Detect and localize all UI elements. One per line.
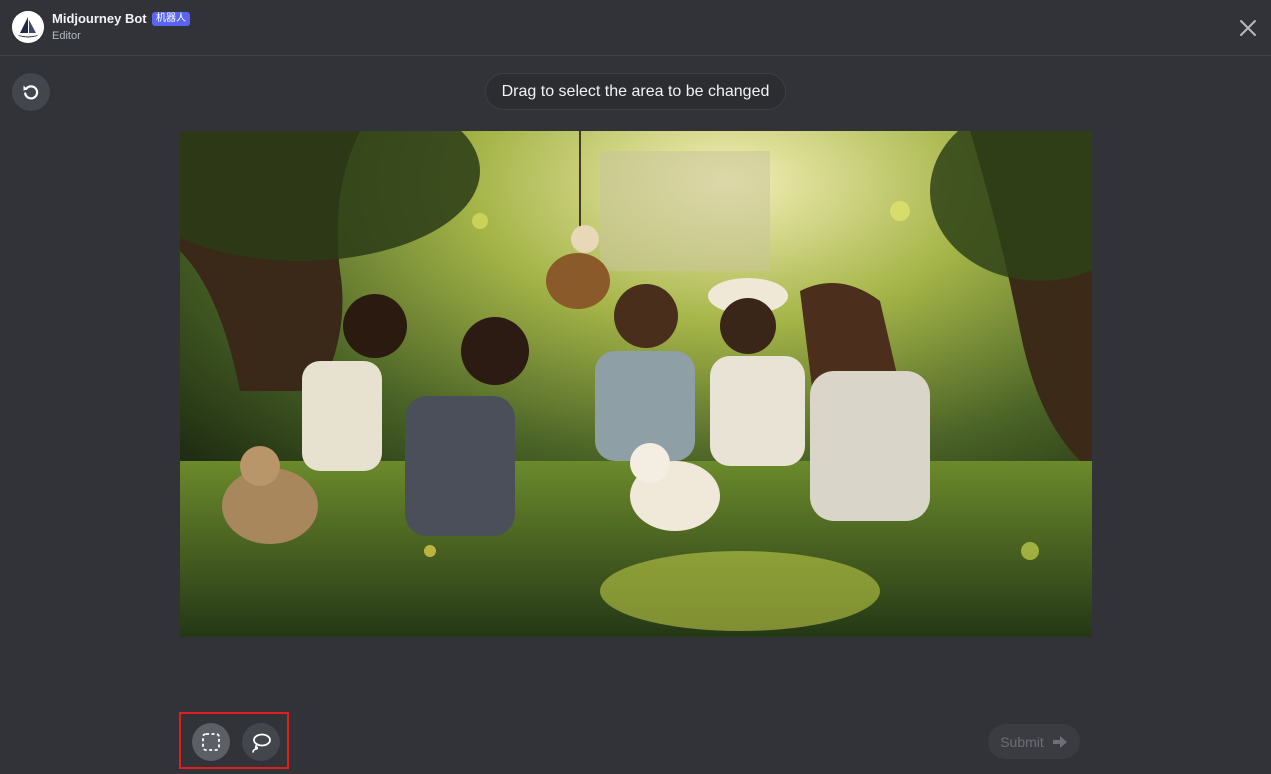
close-icon [1240,20,1256,36]
lasso-select-button[interactable] [242,723,280,761]
sailboat-logo-icon [12,11,44,43]
arrow-right-icon [1052,735,1067,748]
scene-illustration [180,131,1092,637]
submit-button[interactable]: Submit [988,724,1080,759]
lasso-icon [252,733,271,753]
close-button[interactable] [1236,16,1260,40]
undo-button[interactable] [12,73,50,111]
undo-icon [23,85,39,100]
generated-image[interactable] [180,131,1092,637]
instruction-pill: Drag to select the area to be changed [485,73,786,110]
bot-badge: 机器人 [152,12,190,26]
submit-label: Submit [1000,733,1044,750]
editor-subtitle: Editor [52,30,81,42]
bot-name: Midjourney Bot [52,11,147,26]
bot-avatar [12,11,44,43]
editor-window: Midjourney Bot 机器人 Editor Drag to select… [0,0,1271,774]
rectangle-select-button[interactable] [192,723,230,761]
dashed-rectangle-icon [202,733,220,751]
header: Midjourney Bot 机器人 Editor [0,0,1271,56]
